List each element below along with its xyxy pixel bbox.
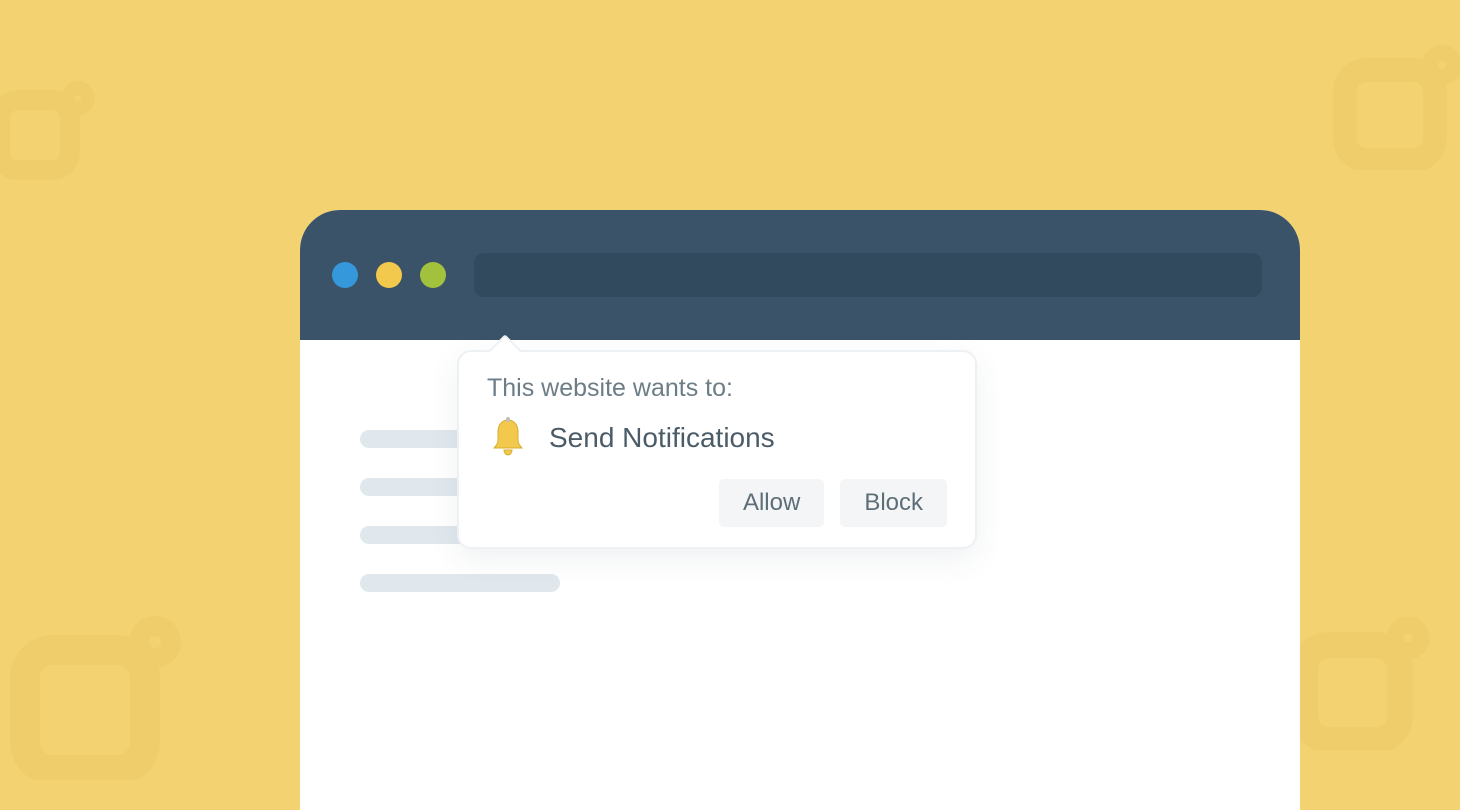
permission-popup: This website wants to: Send Notification… (457, 350, 977, 549)
address-bar[interactable] (474, 253, 1262, 297)
browser-titlebar (300, 210, 1300, 340)
bell-icon (487, 417, 529, 459)
block-button[interactable]: Block (840, 479, 947, 527)
window-maximize-button[interactable] (420, 262, 446, 288)
window-minimize-button[interactable] (376, 262, 402, 288)
permission-popup-row: Send Notifications (487, 417, 947, 459)
background-decoration (5, 580, 205, 780)
permission-popup-actions: Allow Block (487, 479, 947, 527)
allow-button[interactable]: Allow (719, 479, 824, 527)
permission-popup-title: This website wants to: (487, 374, 947, 403)
content-placeholder (360, 574, 560, 592)
background-decoration (1330, 20, 1460, 170)
window-close-button[interactable] (332, 262, 358, 288)
permission-popup-message: Send Notifications (549, 422, 775, 454)
browser-window: This website wants to: Send Notification… (300, 210, 1300, 810)
content-placeholder (360, 430, 470, 448)
background-decoration (0, 60, 110, 180)
background-decoration (1290, 590, 1450, 750)
